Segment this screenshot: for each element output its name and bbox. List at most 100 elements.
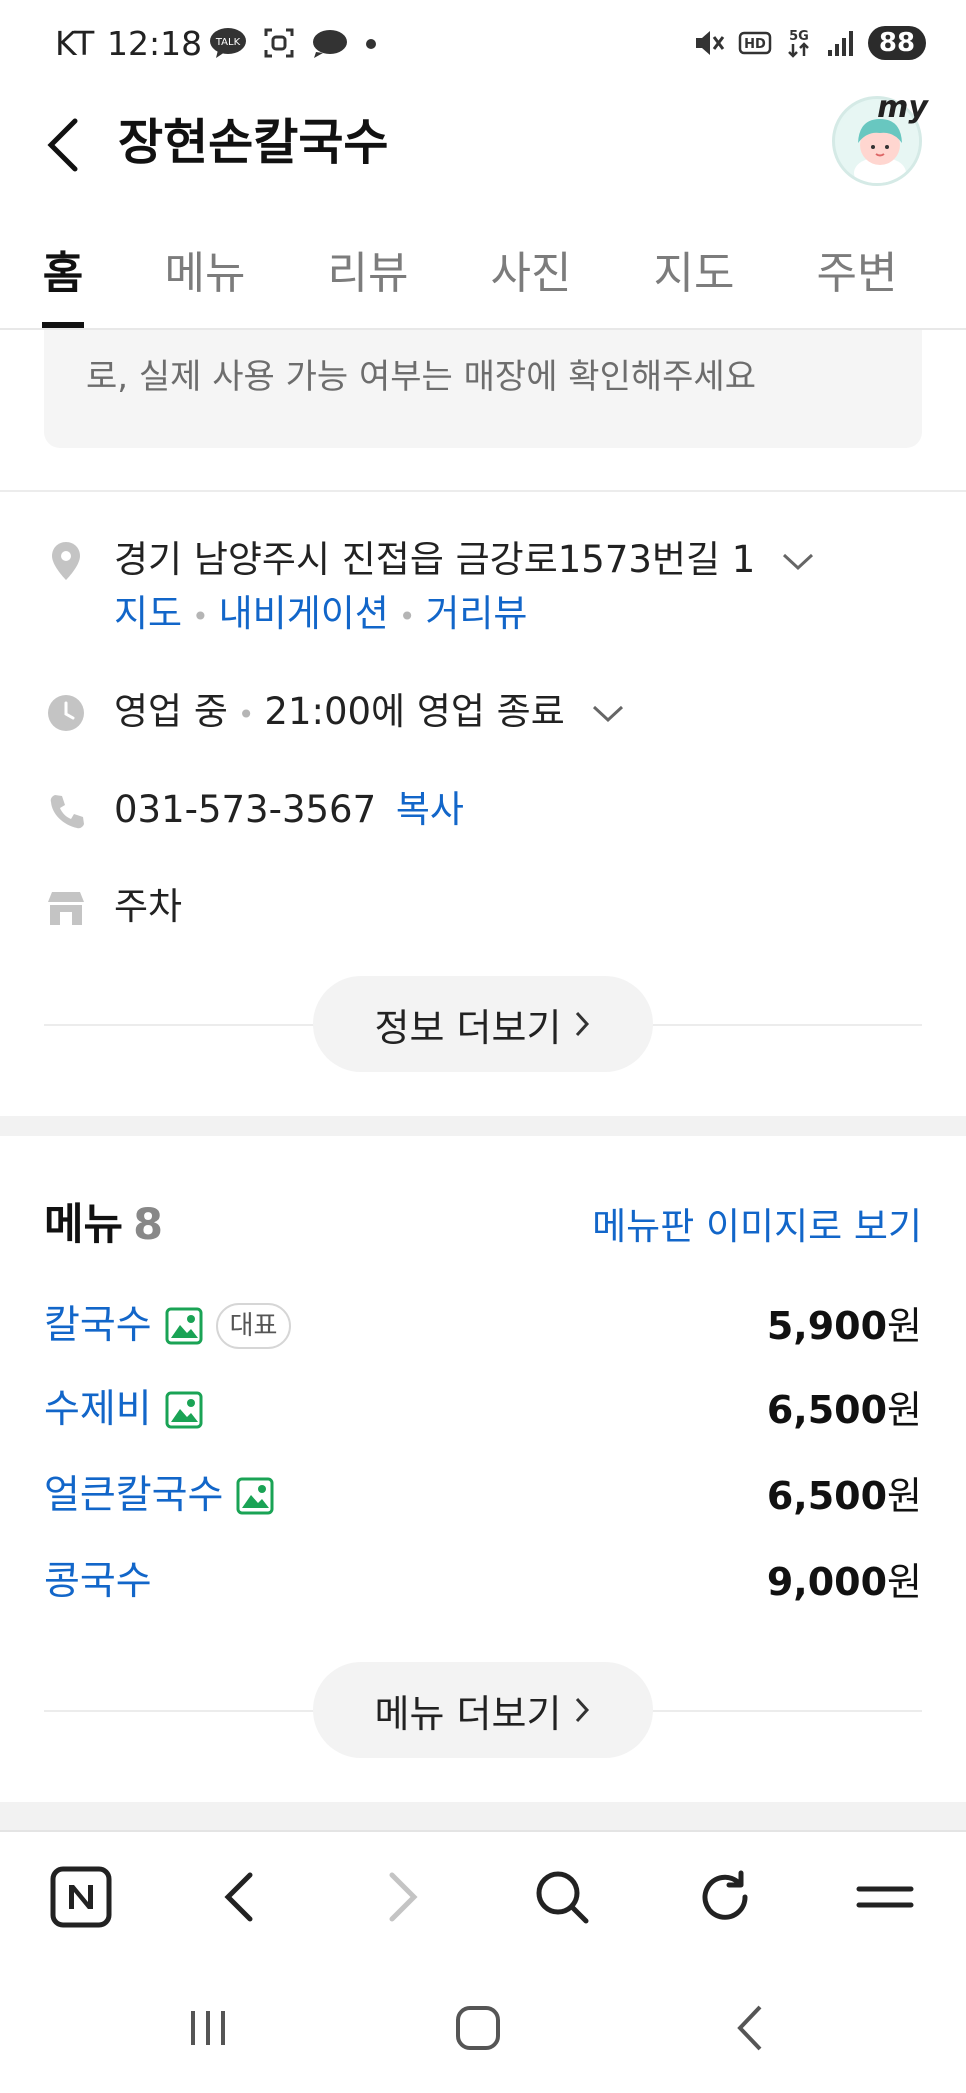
search-button[interactable] xyxy=(527,1862,597,1932)
search-icon xyxy=(536,1871,589,1924)
5g-icon: 5G xyxy=(788,29,809,58)
photo-icon xyxy=(165,1391,203,1429)
menu-item-name: 수제비 xyxy=(44,1387,152,1432)
currency-unit: 원 xyxy=(887,1304,922,1348)
chevron-right-icon xyxy=(576,1011,590,1037)
hamburger-icon xyxy=(856,1886,914,1908)
chevron-left-icon xyxy=(224,1872,253,1922)
parking-row: 주차 xyxy=(44,880,924,940)
more-menu-label: 메뉴 더보기 xyxy=(374,1691,562,1736)
recent-apps-button[interactable] xyxy=(173,1998,243,2058)
hours-status: 영업 중 xyxy=(114,690,228,733)
menu-item[interactable]: 수제비 6,500원 xyxy=(44,1380,922,1440)
chevron-down-icon[interactable] xyxy=(781,552,815,572)
refresh-button[interactable] xyxy=(690,1862,760,1932)
my-label: my xyxy=(877,90,928,125)
menu-item-price: 6,500 xyxy=(766,1388,888,1432)
more-menu-button[interactable]: 메뉴 더보기 xyxy=(313,1662,653,1758)
separator-dot: • xyxy=(398,600,416,633)
cloud-chat-icon xyxy=(313,30,347,58)
refresh-icon xyxy=(702,1870,748,1920)
signal-icon xyxy=(828,31,853,56)
browser-forward-button[interactable] xyxy=(367,1862,437,1932)
photo-icon xyxy=(165,1307,203,1345)
notice-box: 로, 실제 사용 가능 여부는 매장에 확인해주세요 xyxy=(44,330,922,448)
hours-detail: 21:00에 영업 종료 xyxy=(264,690,565,733)
browser-back-button[interactable] xyxy=(205,1862,275,1932)
parking-label: 주차 xyxy=(114,885,183,928)
menu-item[interactable]: 얼큰칼국수 6,500원 xyxy=(44,1466,922,1526)
copy-phone-button[interactable]: 복사 xyxy=(396,788,464,831)
home-icon xyxy=(456,2006,500,2050)
system-navigation-bar xyxy=(0,1960,966,2093)
battery-indicator: 88 xyxy=(868,26,926,60)
carrier-label: KT xyxy=(55,24,95,63)
store-icon xyxy=(44,886,88,930)
tab-bar: 홈 메뉴 리뷰 사진 지도 주변 xyxy=(0,232,966,330)
status-bar: KT 12:18 TALK HD 5G 88 xyxy=(0,0,966,90)
menu-count: 8 xyxy=(133,1200,164,1250)
section-divider xyxy=(0,1802,966,1830)
tab-map[interactable]: 지도 xyxy=(649,238,739,318)
dot-icon xyxy=(366,39,376,49)
phone-number[interactable]: 031-573-3567 xyxy=(114,788,376,831)
currency-unit: 원 xyxy=(887,1474,922,1518)
naver-n-icon xyxy=(50,1866,112,1928)
address-text: 경기 남양주시 진접읍 금강로1573번길 1 xyxy=(114,538,756,581)
navigation-link[interactable]: 내비게이션 xyxy=(219,592,389,635)
menu-item-price: 9,000 xyxy=(766,1560,888,1604)
menu-item[interactable]: 칼국수 대표 5,900원 xyxy=(44,1296,922,1356)
more-info-button[interactable]: 정보 더보기 xyxy=(313,976,653,1072)
system-back-button[interactable] xyxy=(715,1998,785,2058)
photo-icon xyxy=(236,1477,274,1515)
talk-icon: TALK xyxy=(210,28,246,58)
menu-item-name: 얼큰칼국수 xyxy=(44,1473,224,1518)
menu-image-link[interactable]: 메뉴판 이미지로 보기 xyxy=(592,1196,922,1250)
menu-button[interactable] xyxy=(850,1862,920,1932)
page-title: 장현손칼국수 xyxy=(118,114,389,171)
menu-item-name: 콩국수 xyxy=(44,1559,152,1604)
clock-icon xyxy=(44,691,88,735)
separator-dot: • xyxy=(192,600,209,633)
location-pin-icon xyxy=(44,539,88,583)
chevron-right-icon xyxy=(389,1872,418,1922)
chevron-right-icon xyxy=(576,1697,590,1723)
svg-text:HD: HD xyxy=(744,37,766,52)
menu-item-name: 칼국수 xyxy=(44,1303,152,1348)
tab-home[interactable]: 홈 xyxy=(38,238,88,318)
chevron-left-icon xyxy=(47,118,78,172)
back-button[interactable] xyxy=(38,110,88,180)
notice-text: 로, 실제 사용 가능 여부는 매장에 확인해주세요 xyxy=(86,357,756,397)
svg-text:5G: 5G xyxy=(789,29,809,44)
phone-icon xyxy=(44,789,88,833)
tab-photos[interactable]: 사진 xyxy=(486,238,576,318)
hd-icon: HD xyxy=(738,31,772,55)
tab-reviews[interactable]: 리뷰 xyxy=(323,238,413,318)
hours-row[interactable]: 영업 중 • 21:00에 영업 종료 xyxy=(44,685,924,745)
chevron-down-icon[interactable] xyxy=(591,704,625,724)
signature-badge: 대표 xyxy=(215,1303,292,1349)
menu-item-price: 6,500 xyxy=(766,1474,888,1518)
menu-heading: 메뉴 8 xyxy=(44,1190,163,1252)
phone-row: 031-573-3567 복사 xyxy=(44,783,924,843)
menu-item[interactable]: 콩국수 9,000원 xyxy=(44,1552,922,1612)
currency-unit: 원 xyxy=(887,1388,922,1432)
browser-toolbar xyxy=(0,1830,966,1960)
system-icons: HD 5G 88 xyxy=(692,26,926,60)
more-info-label: 정보 더보기 xyxy=(374,1005,562,1050)
app-header: 장현손칼국수 my xyxy=(0,90,966,200)
separator-dot: • xyxy=(237,698,255,731)
map-link[interactable]: 지도 xyxy=(114,592,182,635)
back-arrow-icon xyxy=(737,2005,762,2051)
recent-apps-icon xyxy=(191,2011,225,2045)
tab-nearby[interactable]: 주변 xyxy=(812,238,902,318)
menu-heading-label: 메뉴 xyxy=(44,1200,124,1250)
naver-home-button[interactable] xyxy=(46,1862,116,1932)
notification-icons: TALK xyxy=(208,26,378,60)
street-view-link[interactable]: 거리뷰 xyxy=(425,592,527,635)
status-time: 12:18 xyxy=(107,24,203,63)
screenshot-icon xyxy=(264,28,294,58)
tab-menu[interactable]: 메뉴 xyxy=(160,238,250,318)
section-divider xyxy=(0,1116,966,1136)
home-button[interactable] xyxy=(443,1998,513,2058)
